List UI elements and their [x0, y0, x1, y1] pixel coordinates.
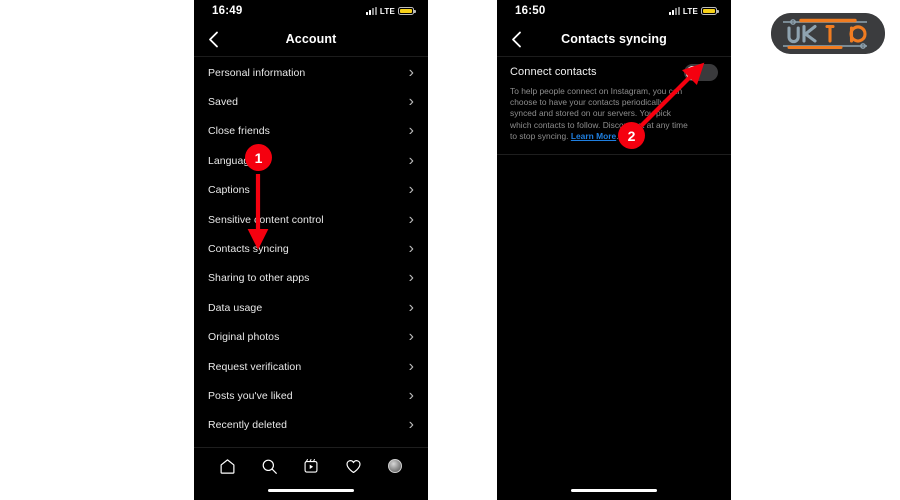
- back-button[interactable]: [507, 30, 525, 48]
- chevron-right-icon: ›: [408, 181, 414, 199]
- phone-screen-account: 16:49 LTE Account Personal information › S…: [194, 0, 428, 500]
- list-item-label: Recently deleted: [208, 419, 288, 432]
- list-item-label: Contacts syncing: [208, 243, 289, 256]
- network-label: LTE: [379, 6, 395, 16]
- connect-contacts-section: Connect contacts To help people connect …: [497, 57, 731, 156]
- status-indicators: LTE: [365, 6, 416, 16]
- phone-screen-contacts-syncing: 16:50 LTE Contacts syncing Connect conta…: [497, 0, 731, 500]
- signal-bars-icon: [668, 7, 680, 15]
- chevron-right-icon: ›: [408, 386, 414, 404]
- tab-activity[interactable]: [343, 456, 363, 476]
- nav-bar-left: Account: [194, 22, 428, 57]
- chevron-right-icon: ›: [408, 298, 414, 316]
- list-item[interactable]: Saved ›: [194, 87, 428, 116]
- list-item-label: Sensitive content control: [208, 213, 324, 226]
- list-item[interactable]: Data usage ›: [194, 293, 428, 322]
- heart-icon: [345, 459, 361, 473]
- list-item-label: Saved: [208, 96, 239, 109]
- chevron-right-icon: ›: [408, 151, 414, 169]
- list-item[interactable]: Close friends ›: [194, 117, 428, 146]
- chevron-right-icon: ›: [408, 93, 414, 111]
- annotation-arrows: [247, 62, 705, 250]
- chevron-right-icon: ›: [408, 269, 414, 287]
- list-item[interactable]: Original photos ›: [194, 323, 428, 352]
- search-icon: [262, 459, 277, 474]
- list-item[interactable]: Sensitive content control ›: [194, 205, 428, 234]
- tab-profile[interactable]: [385, 456, 405, 476]
- list-item-label: Request verification: [208, 360, 302, 373]
- back-button[interactable]: [204, 30, 222, 48]
- chevron-right-icon: ›: [408, 122, 414, 140]
- signal-bars-icon: [365, 7, 377, 15]
- list-item-label: Posts you've liked: [208, 389, 293, 402]
- list-item-label: Captions: [208, 184, 250, 197]
- status-bar-right: 16:50 LTE: [497, 0, 731, 22]
- chevron-right-icon: ›: [408, 328, 414, 346]
- uk19-logo-mark: [771, 13, 885, 54]
- tab-search[interactable]: [259, 456, 279, 476]
- uk19-logo: [771, 13, 885, 54]
- list-item[interactable]: Captions ›: [194, 176, 428, 205]
- status-time: 16:50: [515, 5, 546, 17]
- chevron-right-icon: ›: [408, 240, 414, 258]
- avatar-icon: [388, 459, 402, 473]
- tab-home[interactable]: [217, 456, 237, 476]
- list-item[interactable]: Request verification ›: [194, 352, 428, 381]
- chevron-left-icon: [208, 31, 218, 47]
- tab-reels[interactable]: [301, 456, 321, 476]
- list-item-label: Close friends: [208, 125, 270, 138]
- list-item[interactable]: Sharing to other apps ›: [194, 264, 428, 293]
- chevron-right-icon: ›: [408, 357, 414, 375]
- connect-contacts-toggle[interactable]: [684, 64, 718, 81]
- home-indicator: [268, 488, 354, 492]
- connect-contacts-label: Connect contacts: [510, 66, 597, 78]
- step-badge-2: 2: [618, 122, 645, 149]
- chevron-right-icon: ›: [408, 63, 414, 81]
- list-item-label: Original photos: [208, 331, 280, 344]
- chevron-left-icon: [511, 31, 521, 47]
- learn-more-link[interactable]: Learn More: [571, 131, 616, 141]
- chevron-right-icon: ›: [408, 416, 414, 434]
- list-item[interactable]: Personal information ›: [194, 58, 428, 87]
- page-title: Account: [285, 32, 337, 46]
- account-settings-list: Personal information › Saved › Close friends…: [194, 57, 428, 440]
- status-bar-left: 16:49 LTE: [194, 0, 428, 22]
- list-item[interactable]: Posts you've liked ›: [194, 381, 428, 410]
- chevron-right-icon: ›: [408, 210, 414, 228]
- status-indicators: LTE: [668, 6, 719, 16]
- list-item[interactable]: Recently deleted ›: [194, 411, 428, 440]
- bottom-tab-bar: [194, 447, 428, 500]
- status-time: 16:49: [212, 5, 243, 17]
- list-item-label: Personal information: [208, 66, 306, 79]
- battery-low-power-icon: [398, 7, 416, 15]
- step-badge-1: 1: [245, 144, 272, 171]
- list-item[interactable]: Contacts syncing ›: [194, 234, 428, 263]
- connect-contacts-description: To help people connect on Instagram, you…: [510, 86, 688, 142]
- page-title: Contacts syncing: [561, 32, 667, 46]
- reels-icon: [304, 459, 318, 473]
- home-indicator: [571, 488, 657, 492]
- list-item-label: Sharing to other apps: [208, 272, 310, 285]
- connect-contacts-header: Connect contacts: [510, 64, 718, 81]
- nav-bar-right: Contacts syncing: [497, 22, 731, 57]
- list-item[interactable]: Language ›: [194, 146, 428, 175]
- list-item-label: Data usage: [208, 301, 263, 314]
- toggle-knob: [685, 65, 700, 80]
- battery-low-power-icon: [701, 7, 719, 15]
- network-label: LTE: [682, 6, 698, 16]
- home-icon: [220, 458, 234, 474]
